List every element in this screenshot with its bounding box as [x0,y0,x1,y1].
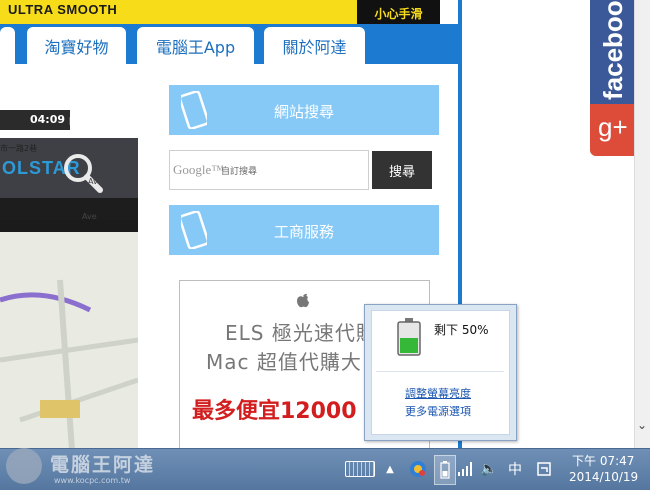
street-label: Ave [82,212,97,221]
search-button[interactable]: 搜尋 [372,151,432,189]
watermark-logo [6,448,42,484]
ime-indicator[interactable]: 中 [506,455,524,483]
network-signal-icon[interactable] [456,455,476,483]
battery-percent: 剩下 50% [434,323,489,337]
adjust-brightness-link[interactable]: 調整螢幕亮度 [405,385,471,401]
scroll-down-arrow-icon[interactable]: ⌄ [634,414,650,436]
show-hidden-icons-icon[interactable]: ▲ [383,455,397,483]
clock-date[interactable]: 2014/10/19 [569,470,638,484]
map-screen [0,220,138,448]
site-search-title: 網站搜尋 [273,103,334,121]
site-search-header: 網站搜尋 [169,85,439,135]
status-bar [0,220,138,232]
banner-right-text: 小心手滑 [374,7,423,21]
search-placeholder: 自訂搜尋 [221,167,258,177]
map-roads [0,279,138,448]
tab-app[interactable]: 電腦王App [137,27,254,64]
google-logo: Google™ [173,162,225,177]
apple-icon [297,293,309,308]
watermark-text: 電腦王阿達 [50,454,156,476]
road-label: 市一路2巷 [0,144,38,153]
magnifier-icon [64,154,103,193]
promo-image[interactable]: OLSTAR [0,138,138,448]
scrollbar[interactable] [634,0,650,448]
popup-divider [376,371,504,372]
battery-icon [397,318,421,356]
clock-time[interactable]: 下午 07:47 [572,452,634,469]
ad-line-1: ELS 極光速代購 [225,321,377,345]
banner-text: ULTRA SMOOTH [8,2,118,17]
tab-taobao[interactable]: 淘寶好物 [27,27,126,64]
watermark-url: www.kocpc.com.tw [54,476,131,485]
gplus-label: g+ [598,112,628,142]
street-label: Ave [88,177,103,186]
tab-partial[interactable] [0,27,15,64]
more-power-options-link[interactable]: 更多電源選項 [405,403,471,419]
app-tray-icon[interactable] [407,455,429,483]
facebook-label: facebook [598,0,628,100]
battery-tray-icon[interactable] [434,455,456,485]
status-time: 15:55 [112,83,136,92]
eta-time: 04:09 pm [30,113,89,126]
ad-line-2: Mac 超值代購大 [206,350,362,374]
business-header: 工商服務 [169,205,439,255]
tab-about[interactable]: 關於阿達 [264,27,365,64]
touch-keyboard-icon[interactable] [344,455,376,483]
banner-right-badge[interactable]: 小心手滑 [357,0,440,24]
action-center-icon[interactable] [534,455,554,483]
volume-icon[interactable]: 🔈 [480,455,498,483]
business-title: 工商服務 [273,223,334,241]
ad-line-3: 最多便宜12000 [192,399,357,424]
